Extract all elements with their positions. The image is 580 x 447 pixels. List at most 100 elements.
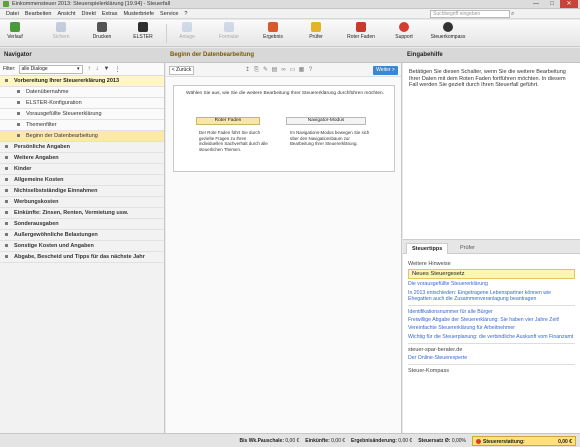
nav-item-label: Abgabe, Bescheid und Tipps für das nächs… xyxy=(14,254,145,260)
nav-subitem-vorausgefuellt[interactable]: Vorausgefüllte Steuererklärung xyxy=(0,109,164,120)
anlage-label: Anlage xyxy=(179,34,195,40)
nav-item-einkuenfte[interactable]: Einkünfte: Zinsen, Renten, Vermietung us… xyxy=(0,208,164,219)
support-button[interactable]: Support xyxy=(391,22,417,45)
tip-link[interactable]: Wichtig für die Steuerplanung: die verbi… xyxy=(408,334,575,340)
divider xyxy=(408,342,575,344)
tips-section-title: Weitere Hinweise xyxy=(408,261,451,267)
nav-subitem-elster[interactable]: ELSTER-Konfiguration xyxy=(0,98,164,109)
tips-highlight[interactable]: Neues Steuergesetz xyxy=(408,269,575,280)
nav-subitem-themenfilter[interactable]: Themenfilter xyxy=(0,120,164,131)
menu-help[interactable]: ? xyxy=(181,11,190,17)
intro-text: Wählen Sie aus, wie Sie die weitere Bear… xyxy=(185,91,385,96)
status-steuersatz: Steuersatz Ø: 0,00% xyxy=(418,438,466,444)
help-icon[interactable]: ? xyxy=(306,66,315,74)
paste-icon[interactable]: ▤ xyxy=(270,66,279,74)
mode-choice-card: Wählen Sie aus, wie Sie die weitere Bear… xyxy=(173,85,395,172)
nav-item-label: Kinder xyxy=(14,166,32,172)
minimize-button[interactable]: — xyxy=(528,0,544,8)
close-button[interactable]: ✕ xyxy=(560,0,578,8)
nav-item-nichtselbststaendig[interactable]: Nichtselbstständige Einnahmen xyxy=(0,186,164,197)
bullet-icon xyxy=(5,222,8,226)
elster-button[interactable]: ELSTER xyxy=(131,22,155,45)
tip-link[interactable]: Identifikationsnummer für alle Bürger xyxy=(408,309,575,315)
roter-faden-mode-button[interactable]: Roter Faden xyxy=(196,117,260,125)
menu-ansicht[interactable]: Ansicht xyxy=(54,11,78,17)
title-bar: Einkommensteuer 2013: Steuerspielerkläru… xyxy=(0,0,580,9)
result-chart-icon xyxy=(268,22,278,32)
nav-item-label: Themenfilter xyxy=(26,122,57,128)
steuerkompass-button[interactable]: Steuerkompass xyxy=(428,22,468,45)
nav-item-weitere[interactable]: Weitere Angaben xyxy=(0,153,164,164)
anlage-button[interactable]: Anlage xyxy=(175,22,199,45)
nav-item-persoenlich[interactable]: Persönliche Angaben xyxy=(0,142,164,153)
tip-link[interactable]: Der Online-Steuerexperte xyxy=(408,355,575,361)
menu-extras[interactable]: Extras xyxy=(99,11,121,17)
tip-link[interactable]: In 2013 entschieden: Eingetragene Lebens… xyxy=(408,290,575,302)
nav-subitem-datenuebernahme[interactable]: Datenübernahme xyxy=(0,87,164,98)
history-button[interactable]: Verlauf xyxy=(4,22,26,45)
ergebnis-label: Ergebnis xyxy=(263,34,283,40)
nav-item-kinder[interactable]: Kinder xyxy=(0,164,164,175)
nav-item-abgabe[interactable]: Abgabe, Bescheid und Tipps für das nächs… xyxy=(0,252,164,263)
elster-icon xyxy=(138,22,148,32)
navigator-panel: Filter: alle Dialoge ↑ ↓ ▼ ⋮ Vorbereitun… xyxy=(0,63,165,433)
filter-select[interactable]: alle Dialoge xyxy=(18,64,83,74)
menu-musterbriefe[interactable]: Musterbriefe xyxy=(120,11,157,17)
print-button[interactable]: Drucken xyxy=(90,22,114,45)
tip-link[interactable]: Vereinfachte Steuererklärung für Arbeitn… xyxy=(408,325,575,331)
nav-item-sonstige[interactable]: Sonstige Kosten und Angaben xyxy=(0,241,164,252)
search-icon[interactable]: ⌕ xyxy=(511,10,518,18)
back-arrow-icon xyxy=(10,22,20,32)
bullet-icon xyxy=(5,145,8,149)
calculator-icon[interactable]: ▦ xyxy=(297,66,306,74)
nav-item-label: Beginn der Datenbearbeitung xyxy=(26,133,98,139)
copy-icon[interactable]: ⎘ xyxy=(252,66,261,74)
tab-pruefer[interactable]: Prüfer xyxy=(455,243,480,254)
pruefer-button[interactable]: Prüfer xyxy=(304,22,328,45)
back-button[interactable]: < Zurück xyxy=(169,66,194,75)
nav-item-label: Werbungskosten xyxy=(14,199,59,205)
tip-link[interactable]: Die vorausgefüllte Steuererklärung xyxy=(408,281,575,287)
menu-service[interactable]: Service xyxy=(157,11,181,17)
menu-bearbeiten[interactable]: Bearbeiten xyxy=(22,11,55,17)
nav-item-label: Vorausgefüllte Steuererklärung xyxy=(26,111,102,117)
tip-link[interactable]: Freiwillige Abgabe der Steuererklärung: … xyxy=(408,317,575,323)
upload-icon[interactable]: ↥ xyxy=(243,66,252,74)
menu-datei[interactable]: Datei xyxy=(3,11,22,17)
menu-direkt[interactable]: Direkt xyxy=(79,11,99,17)
tab-steuertipps[interactable]: Steuertipps xyxy=(406,243,449,254)
refund-badge[interactable]: Steuererstattung: 0,00 € xyxy=(472,435,576,446)
navigator-description: Im Navigations-Modus bewegen Sie sich üb… xyxy=(290,130,370,146)
maximize-button[interactable]: □ xyxy=(544,0,560,8)
bullet-icon xyxy=(5,211,8,215)
nav-item-belastungen[interactable]: Außergewöhnliche Belastungen xyxy=(0,230,164,241)
nav-item-werbungskosten[interactable]: Werbungskosten xyxy=(0,197,164,208)
lifebuoy-icon xyxy=(399,22,409,32)
document-icon[interactable]: ▭ xyxy=(288,66,297,74)
filter-row: Filter: alle Dialoge ↑ ↓ ▼ ⋮ xyxy=(0,63,164,76)
tips-section-title: steuer-spar-berater.de xyxy=(408,346,463,353)
printer-icon xyxy=(97,22,107,32)
divider xyxy=(408,364,575,366)
filter-icon[interactable]: ▼ xyxy=(104,66,110,72)
bullet-icon xyxy=(5,255,8,259)
nav-item-allgemeine-kosten[interactable]: Allgemeine Kosten xyxy=(0,175,164,186)
print-label: Drucken xyxy=(92,34,112,40)
search-input[interactable]: Suchbegriff eingeben xyxy=(430,10,510,18)
note-icon[interactable]: ✎ xyxy=(261,66,270,74)
formular-button[interactable]: Formular xyxy=(216,22,242,45)
nav-item-vorbereitung[interactable]: Vorbereitung Ihrer Steuererklärung 2013 xyxy=(0,76,164,87)
arrow-down-icon[interactable]: ↓ xyxy=(96,66,99,72)
link-icon[interactable]: ∞ xyxy=(279,66,288,74)
red-thread-icon xyxy=(356,22,366,32)
roter-faden-button[interactable]: Roter Faden xyxy=(344,22,378,45)
tree-options-icon[interactable]: ⋮ xyxy=(114,66,120,73)
ergebnis-button[interactable]: Ergebnis xyxy=(260,22,286,45)
bullet-icon xyxy=(17,123,20,127)
save-button[interactable]: Sichern xyxy=(50,22,72,45)
navigator-mode-button[interactable]: Navigator-Modus xyxy=(286,117,366,125)
next-button[interactable]: Weiter > xyxy=(373,66,398,75)
nav-item-sonderausgaben[interactable]: Sonderausgaben xyxy=(0,219,164,230)
nav-subitem-beginn[interactable]: Beginn der Datenbearbeitung xyxy=(0,131,164,142)
arrow-up-icon[interactable]: ↑ xyxy=(88,66,91,72)
